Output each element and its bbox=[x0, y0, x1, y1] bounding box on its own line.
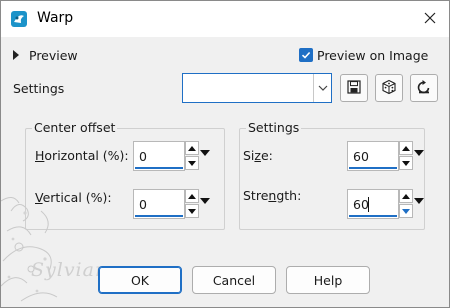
warp-dialog: Warp Preview Preview on Image Settings C… bbox=[0, 0, 450, 308]
vertical-increment-button[interactable] bbox=[185, 189, 199, 203]
size-reset-button[interactable] bbox=[413, 141, 425, 171]
caret-down-icon bbox=[188, 208, 196, 214]
strength-label-post: gth: bbox=[276, 188, 302, 203]
horizontal-input[interactable]: 0 bbox=[133, 141, 185, 171]
reset-icon bbox=[416, 79, 432, 98]
vertical-value: 0 bbox=[139, 197, 147, 212]
expand-arrow-icon bbox=[13, 50, 19, 60]
reset-arrow-icon bbox=[200, 198, 210, 204]
vertical-reset-button[interactable] bbox=[199, 189, 211, 219]
caret-up-icon bbox=[402, 193, 410, 199]
settings-group-title: Settings bbox=[246, 120, 302, 135]
strength-increment-button[interactable] bbox=[399, 189, 413, 203]
vertical-spinner[interactable]: 0 bbox=[133, 189, 211, 219]
size-label-post: e: bbox=[260, 148, 273, 163]
settings-bar-label: Settings bbox=[13, 81, 65, 96]
horizontal-reset-button[interactable] bbox=[199, 141, 211, 171]
close-icon bbox=[424, 12, 436, 27]
focus-underline bbox=[135, 215, 183, 217]
vertical-decrement-button[interactable] bbox=[185, 204, 199, 218]
strength-reset-button[interactable] bbox=[413, 189, 425, 219]
strength-label: Strength: bbox=[243, 188, 301, 203]
caret-down-icon bbox=[402, 160, 410, 166]
focus-underline bbox=[349, 215, 397, 217]
vertical-label: Vertical (%): bbox=[35, 190, 112, 205]
save-icon bbox=[346, 79, 362, 98]
preview-label: Preview bbox=[29, 47, 78, 63]
strength-label-pre: Stre bbox=[243, 188, 269, 203]
strength-decrement-button[interactable] bbox=[399, 204, 413, 218]
size-input[interactable]: 60 bbox=[347, 141, 399, 171]
reset-arrow-icon bbox=[414, 150, 424, 156]
checkmark-icon bbox=[299, 48, 313, 62]
reset-arrow-icon bbox=[200, 150, 210, 156]
reset-arrow-icon bbox=[414, 198, 424, 204]
size-increment-button[interactable] bbox=[399, 141, 413, 155]
size-decrement-button[interactable] bbox=[399, 156, 413, 170]
strength-value: 60 bbox=[353, 197, 369, 212]
vertical-label-text: ertical (%): bbox=[42, 190, 112, 205]
reset-defaults-button[interactable] bbox=[410, 74, 438, 102]
randomize-icon bbox=[381, 79, 397, 98]
horizontal-label-mnemonic: H bbox=[35, 148, 45, 163]
randomize-button[interactable] bbox=[375, 74, 403, 102]
size-spinner[interactable]: 60 bbox=[347, 141, 425, 171]
preview-expander[interactable]: Preview bbox=[13, 45, 78, 65]
size-value: 60 bbox=[353, 149, 369, 164]
window-title: Warp bbox=[37, 10, 74, 26]
strength-spinner[interactable]: 60 bbox=[347, 189, 425, 219]
ok-button[interactable]: OK bbox=[98, 266, 182, 294]
caret-down-icon bbox=[188, 160, 196, 166]
size-label-pre: Si bbox=[243, 148, 255, 163]
cancel-button[interactable]: Cancel bbox=[192, 266, 276, 294]
horizontal-label-text: orizontal (%): bbox=[44, 148, 129, 163]
preset-dropdown[interactable] bbox=[182, 73, 332, 103]
focus-underline bbox=[135, 167, 183, 169]
preview-on-image-label: Preview on Image bbox=[317, 47, 429, 63]
save-preset-button[interactable] bbox=[340, 74, 368, 102]
preview-on-image-checkbox[interactable]: Preview on Image bbox=[299, 45, 428, 65]
strength-input[interactable]: 60 bbox=[347, 189, 399, 219]
horizontal-increment-button[interactable] bbox=[185, 141, 199, 155]
horizontal-value: 0 bbox=[139, 149, 147, 164]
help-button[interactable]: Help bbox=[286, 266, 370, 294]
warp-app-icon bbox=[10, 10, 28, 28]
vertical-label-mnemonic: V bbox=[35, 190, 43, 205]
focus-underline bbox=[349, 167, 397, 169]
horizontal-spinner[interactable]: 0 bbox=[133, 141, 211, 171]
text-cursor bbox=[368, 197, 369, 212]
horizontal-label: Horizontal (%): bbox=[35, 148, 129, 163]
close-button[interactable] bbox=[413, 3, 447, 35]
title-bar: Warp bbox=[1, 1, 449, 37]
caret-up-icon bbox=[402, 145, 410, 151]
center-offset-title: Center offset bbox=[32, 120, 118, 135]
chevron-down-icon bbox=[313, 74, 331, 102]
vertical-input[interactable]: 0 bbox=[133, 189, 185, 219]
caret-up-icon bbox=[188, 145, 196, 151]
size-label: Size: bbox=[243, 148, 273, 163]
horizontal-decrement-button[interactable] bbox=[185, 156, 199, 170]
caret-down-icon bbox=[402, 208, 410, 214]
caret-up-icon bbox=[188, 193, 196, 199]
